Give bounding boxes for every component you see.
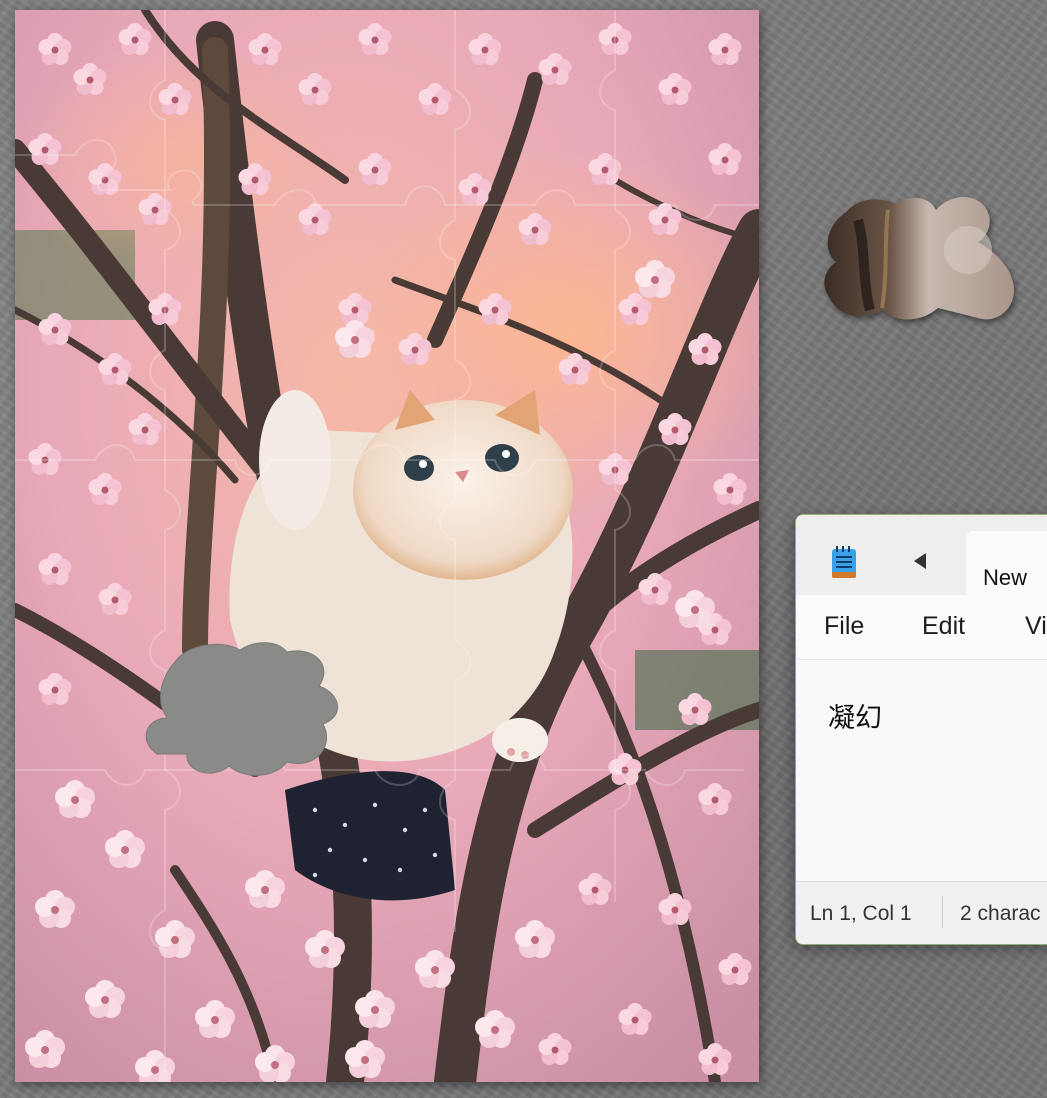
- menu-edit[interactable]: Edit: [922, 612, 965, 641]
- character-count: 2 charac: [960, 902, 1041, 925]
- notepad-icon: [832, 546, 856, 578]
- text-editor[interactable]: 凝幻: [796, 660, 1047, 881]
- menu-view[interactable]: Vi: [1025, 612, 1047, 641]
- menu-file[interactable]: File: [824, 612, 864, 641]
- title-bar[interactable]: New: [796, 515, 1047, 595]
- loose-piece-image: [824, 196, 1014, 320]
- puzzle-board[interactable]: [15, 10, 759, 1082]
- puzzle-image: [15, 10, 759, 1082]
- status-bar: Ln 1, Col 1 2 charac: [796, 881, 1047, 944]
- cursor-position: Ln 1, Col 1: [810, 902, 912, 925]
- tab-new[interactable]: New: [966, 531, 1047, 595]
- loose-puzzle-piece[interactable]: [818, 190, 1028, 335]
- status-divider: [942, 896, 943, 928]
- document-text: 凝幻: [828, 703, 882, 734]
- notepad-window[interactable]: New File Edit Vi 凝幻 Ln 1, Col 1 2 charac: [795, 514, 1047, 945]
- triangle-left-icon[interactable]: [914, 553, 926, 569]
- tab-label: New: [983, 565, 1028, 590]
- menu-bar: File Edit Vi: [796, 595, 1047, 660]
